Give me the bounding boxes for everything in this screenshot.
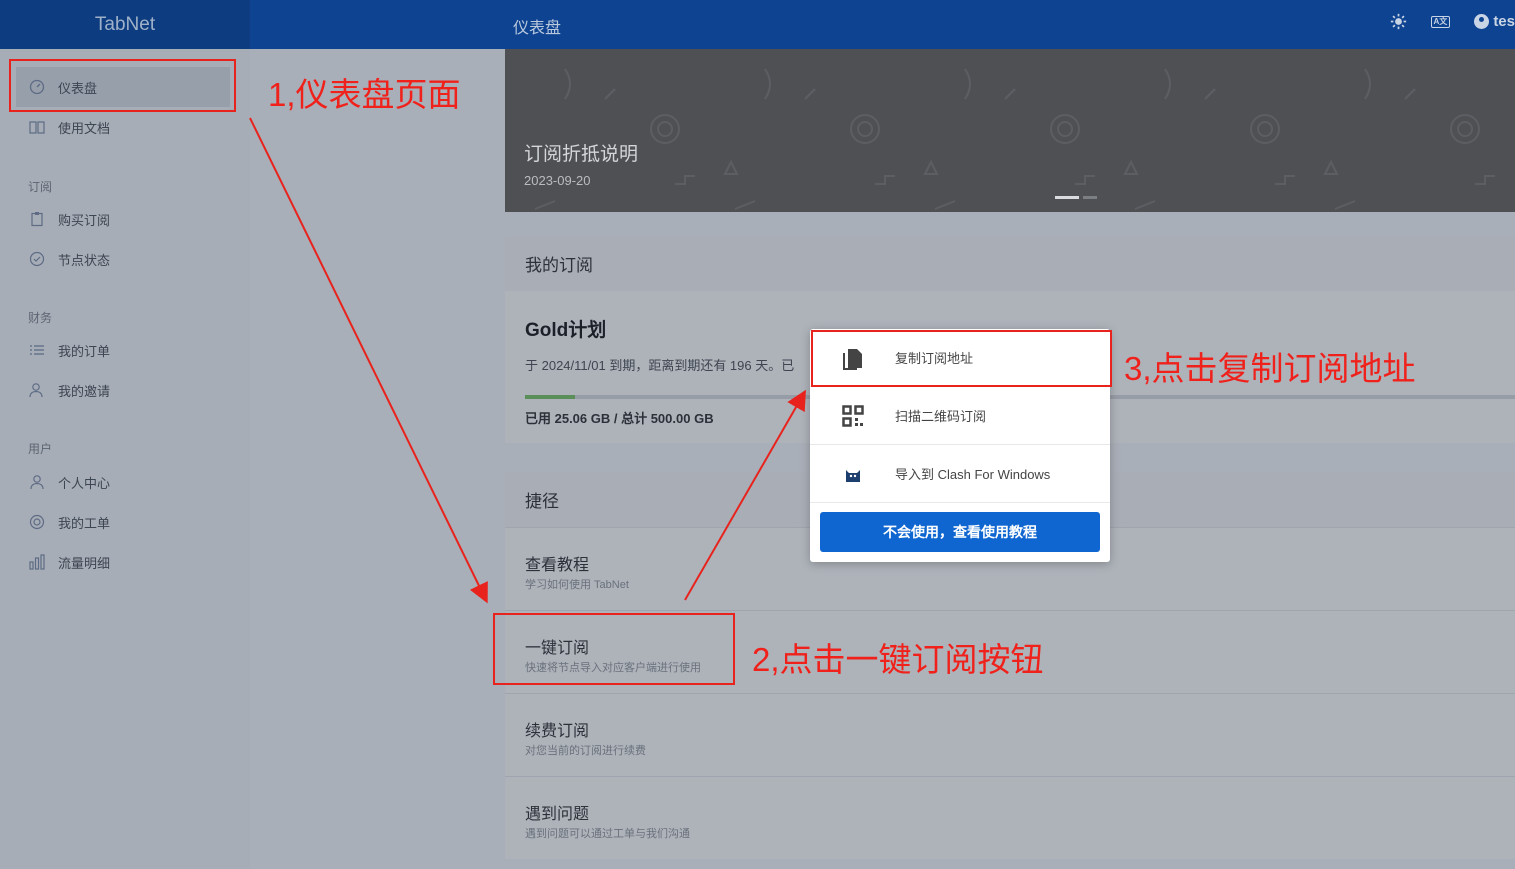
arrow-to-copy-link	[684, 389, 806, 601]
annotation-arrows	[249, 117, 806, 604]
arrow-to-one-click	[249, 117, 488, 604]
